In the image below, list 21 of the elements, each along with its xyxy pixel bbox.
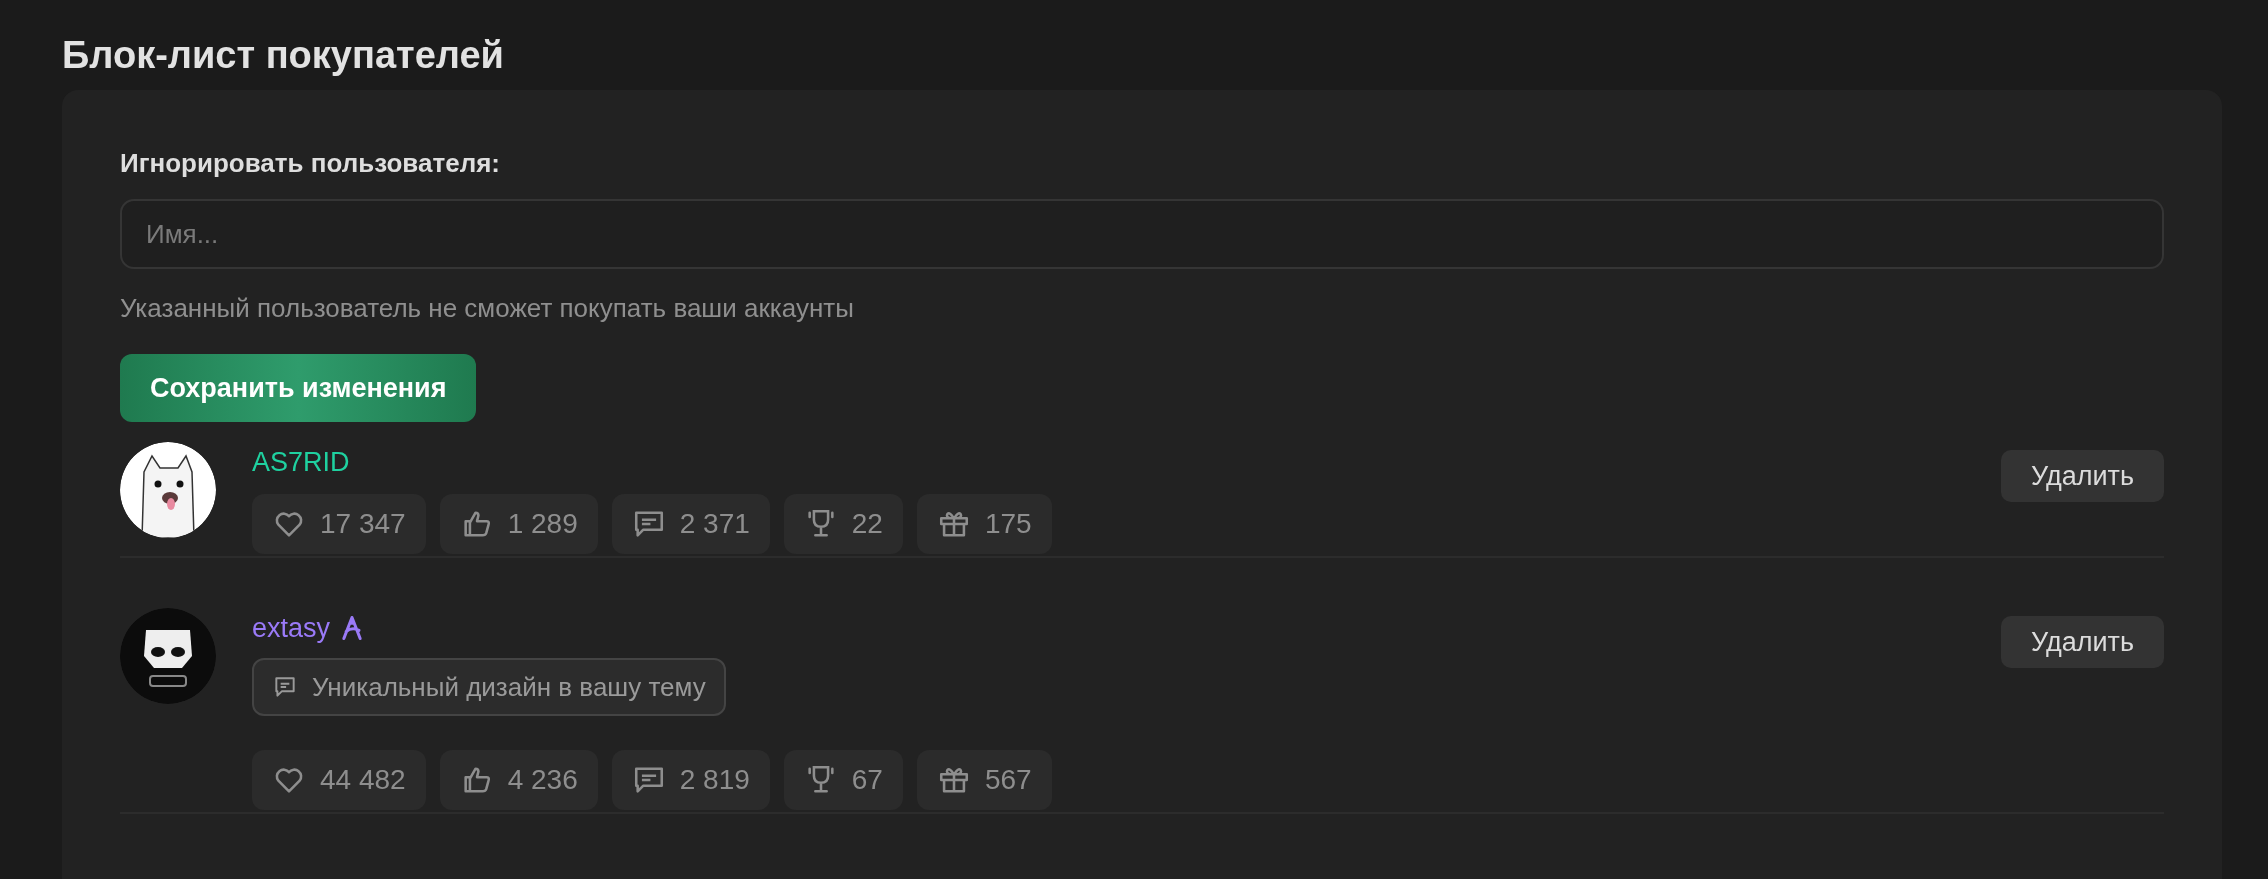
stat-counter: 4 236 [439, 750, 598, 810]
stat-counter: 567 [916, 750, 1052, 810]
field-hint: Указанный пользователь не сможет покупать ваши аккаунты [120, 293, 855, 324]
username-link[interactable]: AS7RID [252, 446, 350, 478]
stat-counter: 67 [783, 750, 903, 810]
chat-icon [272, 674, 298, 700]
username-link[interactable]: extasy [252, 612, 331, 644]
delete-button[interactable]: Удалить [2000, 450, 2164, 502]
stat-counter: 1 289 [439, 494, 598, 554]
delete-button[interactable]: Удалить [2000, 616, 2164, 668]
stat-counter: 2 819 [611, 750, 770, 810]
stat-counter: 22 [783, 494, 903, 554]
save-button[interactable]: Сохранить изменения [120, 354, 477, 422]
stat-counter: 175 [916, 494, 1052, 554]
stat-counter: 44 482 [252, 750, 426, 810]
page-title: Блок-лист покупателей [62, 33, 505, 78]
stat-counter: 2 371 [611, 494, 770, 554]
field-label: Игнорировать пользователя: [120, 148, 501, 179]
status-text: Уникальный дизайн в вашу тему [312, 671, 706, 703]
name-input-field[interactable]: Имя... [120, 199, 2164, 269]
stat-counter: 17 347 [252, 494, 426, 554]
